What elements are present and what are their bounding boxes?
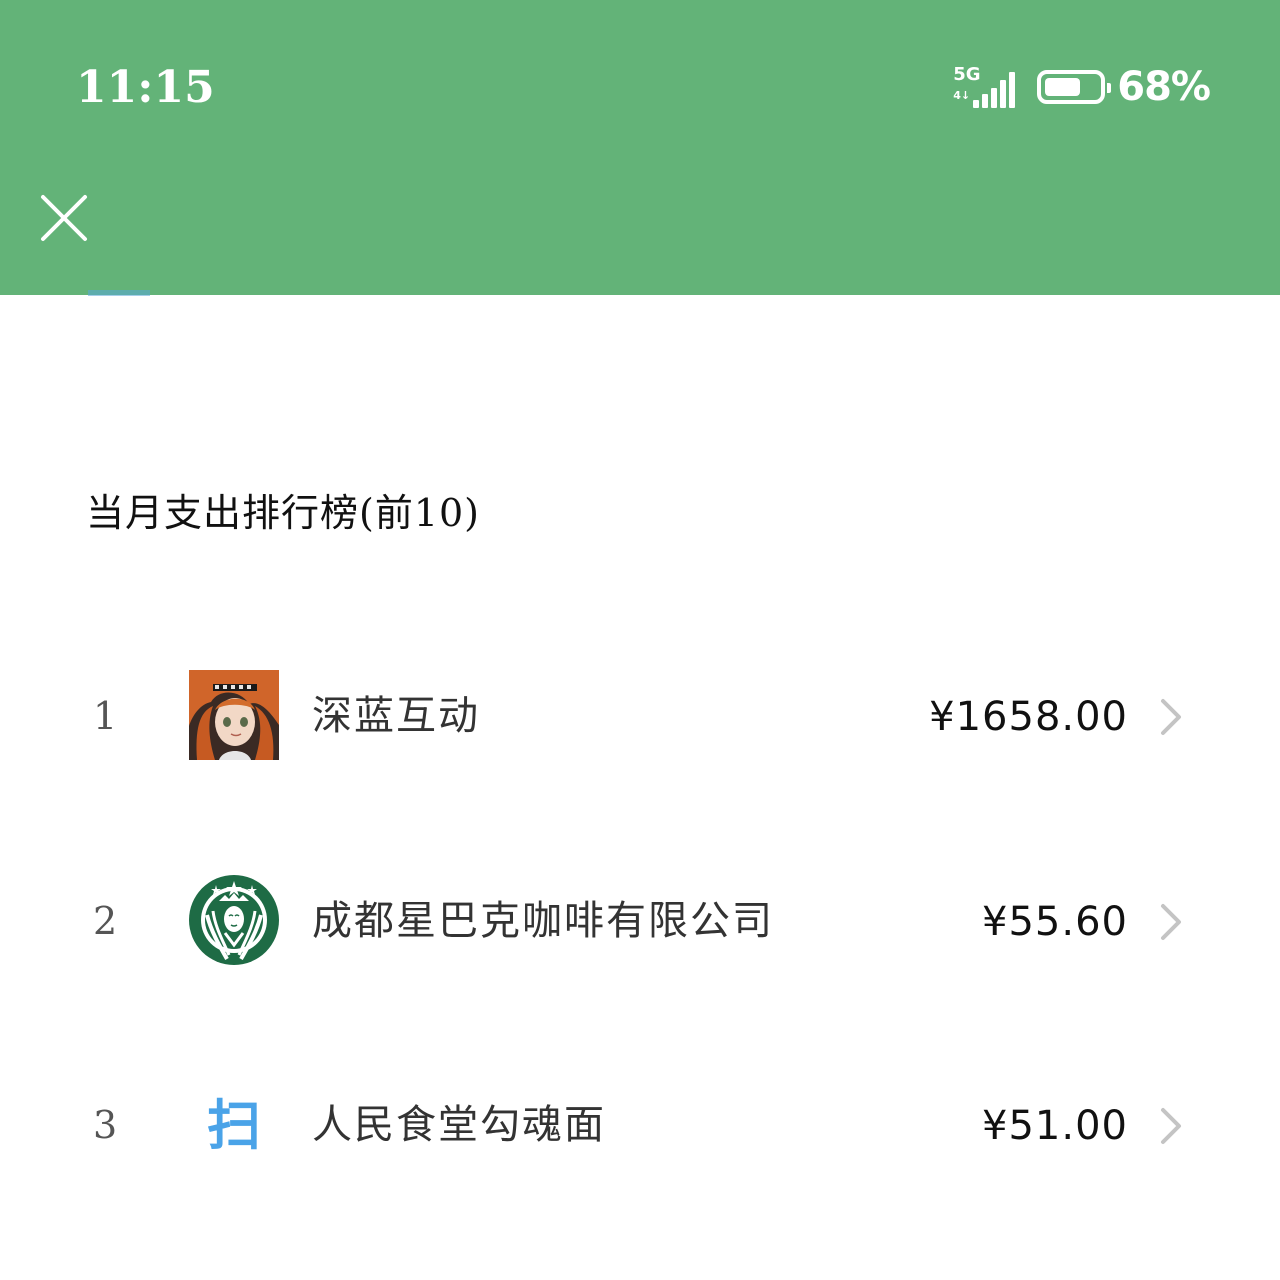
- anime-avatar-icon: [189, 670, 279, 760]
- merchant-name: 深蓝互动: [312, 693, 480, 739]
- network-activity: 4↓: [953, 89, 971, 102]
- merchant-name: 人民食堂勾魂面: [312, 1102, 606, 1148]
- amount: ¥51.00: [982, 1103, 1128, 1149]
- starbucks-logo-icon: [189, 875, 279, 965]
- battery-percent: 68%: [1117, 64, 1211, 110]
- chevron-right-icon: [1161, 699, 1181, 735]
- merchant-name: 成都星巴克咖啡有限公司: [312, 898, 774, 944]
- battery-level: [1045, 78, 1081, 96]
- signal-icon: 5G 4↓: [953, 66, 1021, 108]
- rank-number: 3: [93, 1103, 118, 1147]
- rank-number: 1: [93, 694, 118, 738]
- scroll-peek-tab: [88, 290, 150, 296]
- battery-icon: [1037, 70, 1112, 104]
- amount: ¥1658.00: [929, 694, 1128, 740]
- scan-glyph: 扫: [207, 1094, 261, 1157]
- close-icon[interactable]: [38, 192, 90, 244]
- app-header: 11:15 5G 4↓ 68%: [0, 0, 1280, 295]
- ranking-row-1[interactable]: 1 深蓝互动 ¥1658.00: [0, 667, 1280, 767]
- chevron-right-icon: [1161, 904, 1181, 940]
- ranking-row-3[interactable]: 3 扫 人民食堂勾魂面 ¥51.00: [0, 1076, 1280, 1176]
- status-time: 11:15: [76, 62, 215, 113]
- ranking-title: 当月支出排行榜(前10): [86, 491, 481, 535]
- amount: ¥55.60: [982, 899, 1128, 945]
- ranking-row-2[interactable]: 2 成都星巴克咖啡有限公司 ¥55.60: [0, 872, 1280, 972]
- signal-bars: [973, 72, 1016, 108]
- battery-cap: [1107, 83, 1112, 93]
- scan-icon: 扫: [207, 1094, 261, 1157]
- chevron-right-icon: [1161, 1108, 1181, 1144]
- status-indicators: 5G 4↓ 68%: [953, 64, 1211, 110]
- rank-number: 2: [93, 899, 118, 943]
